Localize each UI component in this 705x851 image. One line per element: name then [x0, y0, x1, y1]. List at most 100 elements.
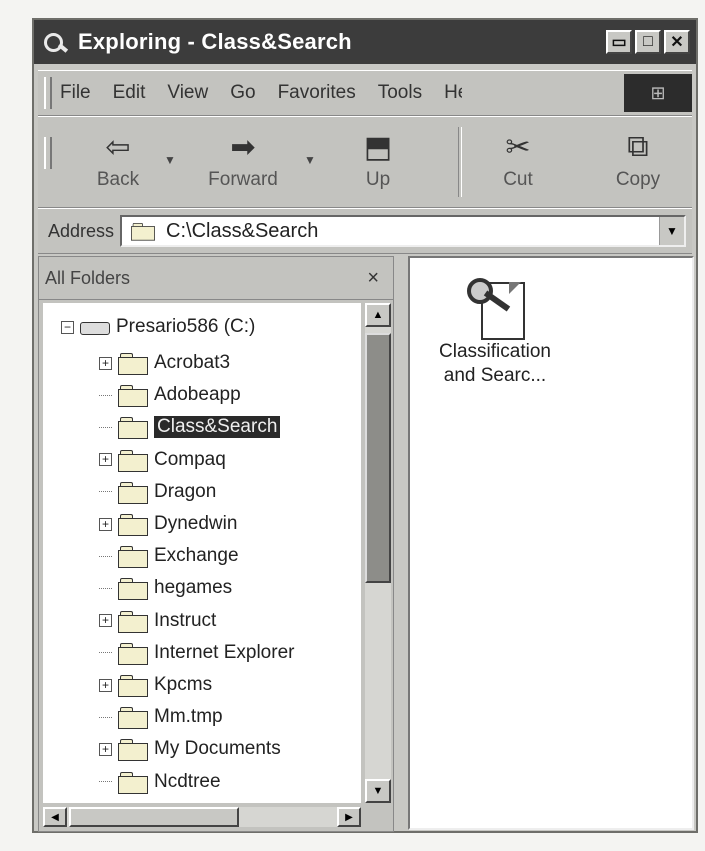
scroll-left-icon[interactable]: ◀: [43, 807, 67, 827]
tree-folder-row[interactable]: Dragon: [99, 476, 216, 508]
tree-folder-label: Adobeapp: [154, 384, 241, 406]
collapse-icon[interactable]: −: [61, 320, 74, 334]
tree-folder-row[interactable]: Ncdtree: [99, 766, 221, 798]
up-folder-icon: ⬒: [363, 130, 393, 164]
expand-icon[interactable]: +: [99, 517, 112, 531]
cut-button[interactable]: ✂ Cut: [478, 125, 558, 199]
tree-folder-label: Internet Explorer: [154, 641, 295, 663]
tree-folder-row[interactable]: + Instruct: [99, 605, 216, 637]
title-bar: Exploring - Class&Search ▭ □ ✕: [34, 20, 696, 64]
tree-folder-row[interactable]: Exchange: [99, 540, 239, 572]
tree-folder-label: Mm.tmp: [154, 706, 223, 728]
file-item[interactable]: Classification and Searc...: [420, 278, 570, 388]
explorer-window: Exploring - Class&Search ▭ □ ✕ File Edit…: [32, 18, 698, 833]
folder-icon: [118, 385, 148, 408]
up-label: Up: [365, 169, 391, 190]
tree-folder-row[interactable]: + My Documents: [99, 733, 281, 765]
folder-icon: [118, 546, 148, 569]
open-folder-icon: [118, 417, 148, 440]
file-label-line2: and Searc...: [443, 365, 547, 386]
tree-drive-row[interactable]: − Presario586 (C:): [61, 311, 255, 343]
folder-icon: [118, 353, 148, 375]
menu-edit[interactable]: Edit: [113, 82, 146, 104]
tree-folder-row[interactable]: + Acrobat3: [99, 347, 230, 379]
menu-tools[interactable]: Tools: [378, 82, 422, 104]
close-pane-icon[interactable]: ×: [367, 267, 379, 290]
forward-button[interactable]: ➡ Forward: [188, 125, 298, 199]
forward-label: Forward: [208, 169, 278, 190]
menu-favorites[interactable]: Favorites: [278, 82, 356, 104]
tree-folder-row[interactable]: Internet Explorer: [99, 637, 294, 669]
tree-folder-row[interactable]: Mm.tmp: [99, 701, 223, 733]
folders-pane-title: All Folders: [45, 267, 131, 288]
tree-folder-label: My Documents: [154, 738, 281, 760]
tree-connector: [99, 394, 112, 396]
scroll-right-icon[interactable]: ▶: [337, 807, 361, 827]
minimize-button[interactable]: ▭: [606, 30, 632, 54]
tree-folder-label: Class&Search: [154, 416, 281, 439]
forward-arrow-icon: ➡: [230, 130, 256, 164]
standard-toolbar: ⇦ Back ▼ ➡ Forward ▼ ⬒ Up ✂ Cut ⧉ Copy: [38, 116, 692, 208]
folder-icon: [118, 707, 148, 730]
address-dropdown-icon[interactable]: ▼: [659, 217, 684, 245]
menubar-grip[interactable]: [44, 77, 52, 109]
scroll-thumb[interactable]: [365, 333, 391, 583]
menu-file[interactable]: File: [60, 82, 91, 104]
tree-folder-row[interactable]: hegames: [99, 572, 232, 604]
explorer-icon: [44, 31, 70, 53]
drive-icon: [80, 317, 110, 337]
address-label: Address: [48, 220, 115, 241]
folder-icon: [118, 578, 148, 601]
hscroll-thumb[interactable]: [69, 807, 239, 827]
expand-icon[interactable]: +: [99, 678, 112, 692]
tree-connector: [99, 491, 112, 493]
menu-view[interactable]: View: [167, 82, 208, 104]
forward-dropdown-icon[interactable]: ▼: [304, 153, 316, 167]
window-controls: ▭ □ ✕: [606, 30, 690, 54]
toolbar-grip[interactable]: [44, 137, 52, 169]
back-dropdown-icon[interactable]: ▼: [164, 153, 176, 167]
drive-label: Presario586 (C:): [116, 316, 256, 337]
tree-folder-row[interactable]: Class&Search: [99, 411, 281, 443]
tree-folder-row[interactable]: Adobeapp: [99, 379, 241, 411]
tree-connector: [99, 587, 112, 589]
tree-folder-label: Dragon: [154, 480, 217, 502]
tree-connector: [99, 652, 112, 654]
tree-folder-label: Ncdtree: [154, 770, 221, 792]
menu-go[interactable]: Go: [230, 82, 255, 104]
scroll-up-icon[interactable]: ▲: [365, 303, 391, 327]
folder-icon: [118, 675, 148, 697]
expand-icon[interactable]: +: [99, 453, 112, 467]
menu-bar: File Edit View Go Favorites Tools Help ⊞: [38, 70, 692, 116]
address-value: C:\Class&Search: [166, 219, 319, 242]
maximize-button[interactable]: □: [635, 30, 661, 54]
back-button[interactable]: ⇦ Back: [78, 125, 158, 199]
tree-folder-row[interactable]: + Dynedwin: [99, 508, 237, 540]
tree-connector: [99, 555, 112, 557]
folder-tree: − Presario586 (C:) + Acrobat3 Adobeapp Clas…: [43, 303, 361, 803]
tree-folder-label: Instruct: [154, 609, 217, 631]
back-arrow-icon: ⇦: [105, 130, 131, 164]
file-label-line1: Classification: [439, 341, 551, 362]
close-button[interactable]: ✕: [664, 30, 690, 54]
up-button[interactable]: ⬒ Up: [338, 125, 418, 199]
content-pane: Classification and Searc...: [408, 256, 694, 830]
expand-icon[interactable]: +: [99, 742, 112, 756]
tree-folder-label: Acrobat3: [154, 352, 231, 373]
tree-folder-label: Exchange: [154, 545, 239, 567]
copy-button[interactable]: ⧉ Copy: [598, 125, 678, 199]
tree-folder-row[interactable]: +Paprport: [99, 798, 227, 804]
expand-icon[interactable]: +: [99, 614, 112, 628]
folder-tree-scrollbar[interactable]: ▲ ▼: [365, 303, 391, 803]
folder-icon: [118, 481, 148, 504]
folder-tree-hscrollbar[interactable]: ◀ ▶: [43, 807, 361, 827]
toolbar-separator: [458, 127, 462, 197]
scroll-down-icon[interactable]: ▼: [365, 779, 391, 803]
menu-help[interactable]: Help: [444, 82, 462, 104]
tree-folder-row[interactable]: + Compaq: [99, 444, 226, 476]
tree-folder-row[interactable]: + Kpcms: [99, 669, 212, 701]
search-document-icon: [465, 278, 525, 340]
tree-connector: [99, 426, 112, 428]
address-input[interactable]: C:\Class&Search ▼: [120, 215, 686, 247]
expand-icon[interactable]: +: [99, 356, 112, 370]
